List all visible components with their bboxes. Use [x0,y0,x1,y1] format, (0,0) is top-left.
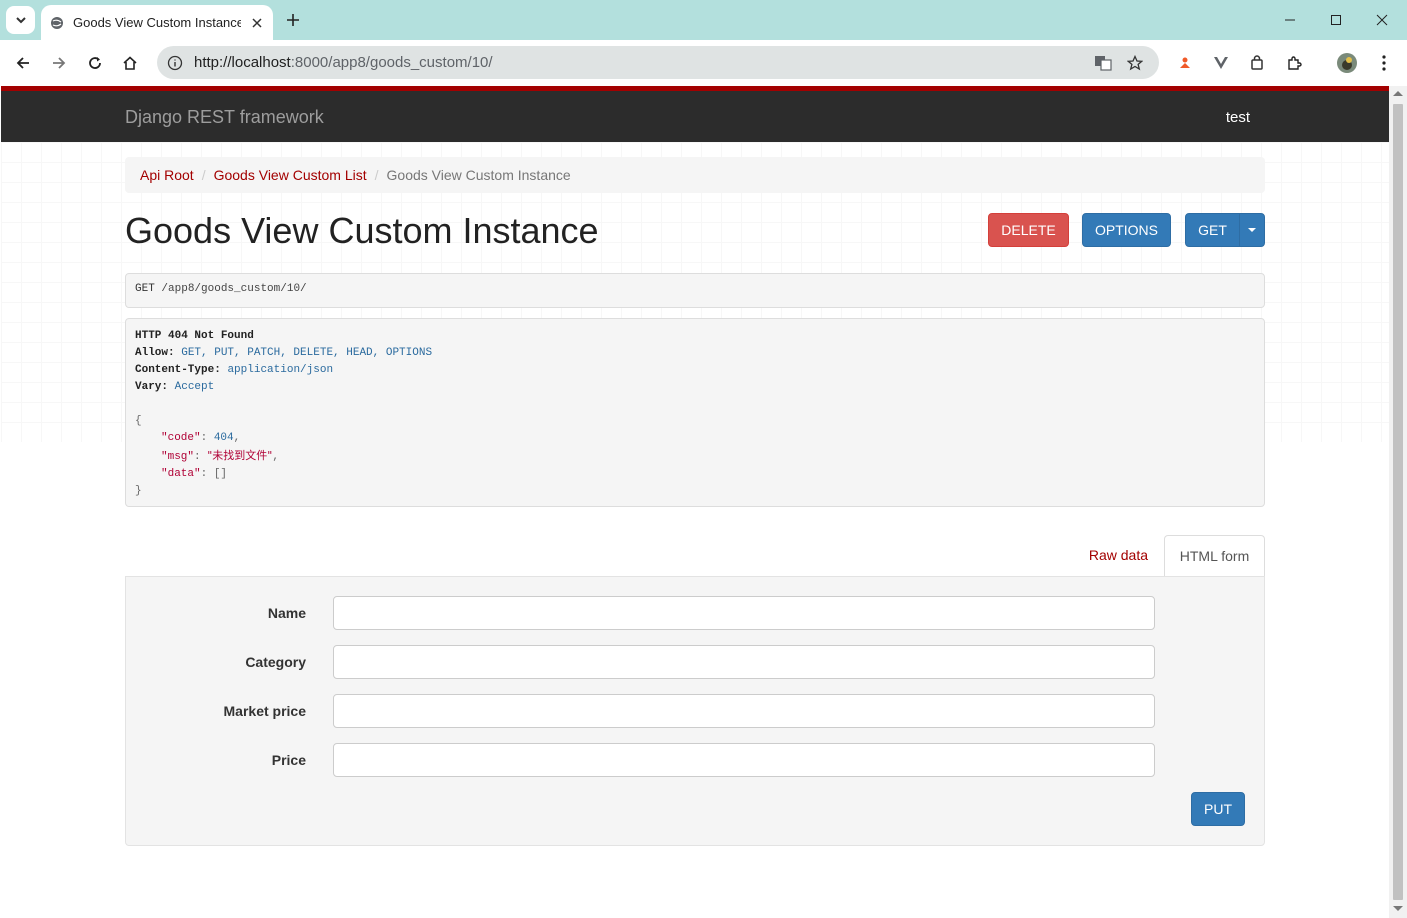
response-allow-line: Allow: GET, PUT, PATCH, DELETE, HEAD, OP… [135,345,1255,362]
browser-tab-bar: Goods View Custom Instance [0,0,1407,40]
url-text[interactable]: http://localhost:8000/app8/goods_custom/… [194,54,493,71]
globe-icon [49,15,65,31]
breadcrumb-current: Goods View Custom Instance [386,167,571,183]
response-blank-line [135,396,1255,413]
browser-toolbar: http://localhost:8000/app8/goods_custom/… [0,40,1407,86]
response-ctype-label: Content-Type: [135,364,221,376]
site-info-icon[interactable] [163,51,187,75]
delete-button[interactable]: DELETE [988,213,1069,247]
response-info: HTTP 404 Not Found Allow: GET, PUT, PATC… [125,318,1265,507]
url-path: :8000/app8/goods_custom/10/ [290,54,493,71]
tab-raw-data[interactable]: Raw data [1089,547,1148,563]
caret-down-icon [1248,228,1256,232]
price-label: Price [271,752,306,768]
reload-button[interactable] [81,49,109,77]
new-tab-button[interactable] [281,8,305,32]
profile-avatar[interactable] [1335,51,1359,75]
breadcrumb-separator: / [374,167,379,183]
category-label: Category [245,654,306,670]
put-form: Name Category Market price Price PUT [125,576,1265,846]
tab-html-form[interactable]: HTML form [1164,535,1265,577]
scrollbar-thumb[interactable] [1393,104,1403,900]
translate-icon[interactable] [1091,51,1115,75]
json-msg-value: "未找到文件" [207,449,273,462]
minimize-icon [1285,19,1295,21]
star-icon[interactable] [1123,51,1147,75]
request-method: GET [135,283,155,295]
close-window-button[interactable] [1359,0,1405,40]
response-status-line: HTTP 404 Not Found [135,328,1255,345]
close-icon [1376,14,1388,26]
back-button[interactable] [9,49,37,77]
json-close-brace: } [135,485,142,497]
response-content-type-line: Content-Type: application/json [135,362,1255,379]
name-label: Name [267,605,306,621]
page-viewport: Django REST framework test Api Root / Go… [1,86,1389,918]
tab-search-button[interactable] [6,6,35,34]
address-bar[interactable]: http://localhost:8000/app8/goods_custom/… [157,46,1159,79]
response-vary-label: Vary: [135,381,169,393]
response-allow-label: Allow: [135,347,175,359]
extensions-puzzle-icon[interactable] [1282,51,1306,75]
get-button[interactable]: GET [1185,213,1240,247]
response-vary-value: Accept [174,381,215,393]
response-allow-value: GET, PUT, PATCH, DELETE, HEAD, OPTIONS [181,347,433,359]
minimize-button[interactable] [1267,0,1313,40]
tab-title: Goods View Custom Instance [73,15,241,30]
json-code-line: "code": 404, [161,432,241,444]
home-icon [123,56,137,70]
response-status: HTTP 404 Not Found [135,330,254,342]
request-path: /app8/goods_custom/10/ [161,283,307,295]
response-ctype-value: application/json [227,364,334,376]
scroll-down-arrow[interactable] [1393,906,1403,911]
extension-vue-icon[interactable] [1209,51,1233,75]
json-msg-line: "msg": "未找到文件", [161,449,279,463]
json-data-line: "data": [] [161,468,228,480]
json-msg-key: "msg" [161,451,195,463]
user-menu[interactable]: test [1226,109,1250,126]
arrow-right-icon [53,57,66,69]
json-data-key: "data" [161,468,201,480]
form-tabs: Raw data HTML form [125,535,1265,577]
maximize-icon [1331,15,1341,25]
market-price-label: Market price [223,703,306,719]
menu-kebab-icon[interactable] [1372,51,1396,75]
scroll-up-arrow[interactable] [1393,91,1403,96]
breadcrumb: Api Root / Goods View Custom List / Good… [125,157,1265,193]
page-scrollbar[interactable] [1389,86,1407,918]
request-info: GET /app8/goods_custom/10/ [125,273,1265,308]
json-code-key: "code" [161,432,201,444]
response-vary-line: Vary: Accept [135,379,1255,396]
market-price-input[interactable] [333,694,1155,728]
drf-navbar: Django REST framework test [1,86,1389,142]
url-host: http://localhost [194,54,291,71]
get-format-dropdown[interactable] [1239,213,1265,247]
extension-bag-icon[interactable] [1245,51,1269,75]
extension-people-icon[interactable] [1173,51,1197,75]
breadcrumb-goods-list[interactable]: Goods View Custom List [214,167,367,183]
arrow-left-icon [16,57,29,69]
put-button[interactable]: PUT [1191,792,1245,826]
page-title: Goods View Custom Instance [125,210,599,251]
brand-link[interactable]: Django REST framework [125,107,324,128]
breadcrumb-api-root[interactable]: Api Root [140,167,194,183]
name-input[interactable] [333,596,1155,630]
home-button[interactable] [116,49,144,77]
price-input[interactable] [333,743,1155,777]
reload-icon [89,57,101,69]
category-input[interactable] [333,645,1155,679]
forward-button[interactable] [45,49,73,77]
browser-tab-active[interactable]: Goods View Custom Instance [41,5,273,40]
breadcrumb-separator: / [201,167,206,183]
json-open-brace: { [135,415,142,427]
maximize-button[interactable] [1313,0,1359,40]
chevron-down-icon [15,17,26,24]
json-code-value: 404 [213,432,234,444]
close-icon[interactable] [249,15,265,31]
json-data-value: [] [213,468,228,480]
options-button[interactable]: OPTIONS [1082,213,1171,247]
plus-icon [287,14,299,26]
